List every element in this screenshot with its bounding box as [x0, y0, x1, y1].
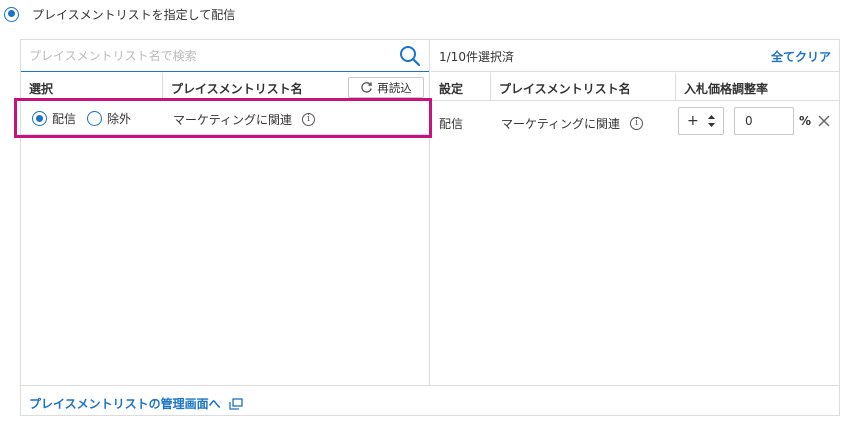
external-window-icon — [229, 397, 243, 410]
bid-sign-value: + — [687, 113, 699, 129]
search-input[interactable] — [29, 45, 389, 67]
selected-summary-bar: 1/10件選択済 全てクリア — [431, 40, 839, 72]
manage-lists-link[interactable]: プレイスメントリストの管理画面へ — [29, 395, 243, 412]
selected-lists-pane: 1/10件選択済 全てクリア 設定 プレイスメントリスト名 入札価格調整率 配信… — [431, 40, 839, 385]
reload-button[interactable]: 再読込 — [348, 77, 424, 98]
column-header-select: 選択 — [29, 82, 54, 96]
delivery-option-label: プレイスメントリストを指定して配信 — [32, 7, 236, 22]
radio-deliver-icon[interactable] — [32, 111, 47, 126]
list-name-cell: マーケティングに関連 i — [173, 111, 316, 128]
column-divider — [490, 73, 491, 100]
clear-all-link[interactable]: 全てクリア — [771, 48, 831, 65]
available-lists-pane: 選択 プレイスメントリスト名 再読込 配信 除外 マーケティングに関連 — [21, 40, 430, 385]
info-icon[interactable]: i — [302, 113, 316, 126]
placement-list-panel: 選択 プレイスメントリスト名 再読込 配信 除外 マーケティングに関連 — [20, 39, 840, 416]
reload-icon — [361, 82, 373, 93]
selection-count: 1/10件選択済 — [439, 50, 514, 64]
table-row: 配信 除外 マーケティングに関連 i — [21, 101, 429, 135]
percent-unit: % — [799, 114, 812, 128]
radio-exclude-icon[interactable] — [87, 111, 102, 126]
column-header-list-name: プレイスメントリスト名 — [499, 82, 631, 96]
search-icon[interactable] — [399, 45, 421, 67]
bid-adjustment-input[interactable] — [734, 107, 794, 135]
search-bar — [21, 40, 429, 72]
list-name: マーケティングに関連 — [501, 117, 621, 131]
manage-lists-label: プレイスメントリストの管理画面へ — [29, 397, 221, 411]
option-deliver[interactable]: 配信 — [32, 110, 76, 127]
option-deliver-label: 配信 — [52, 112, 77, 126]
column-header-setting: 設定 — [439, 82, 464, 96]
sort-arrows-icon — [708, 115, 715, 127]
radio-placement-list-icon[interactable] — [4, 6, 19, 22]
delivery-option-placement-list[interactable]: プレイスメントリストを指定して配信 — [4, 4, 235, 24]
column-divider — [675, 73, 676, 100]
panel-footer: プレイスメントリストの管理画面へ — [21, 385, 839, 415]
option-exclude[interactable]: 除外 — [87, 110, 131, 127]
left-table-header: 選択 プレイスメントリスト名 再読込 — [21, 73, 429, 101]
reload-label: 再読込 — [377, 80, 412, 95]
column-header-list-name: プレイスメントリスト名 — [171, 82, 303, 96]
setting-cell: 配信 — [439, 117, 464, 131]
list-name: マーケティングに関連 — [173, 113, 293, 127]
list-name-cell: マーケティングに関連 i — [501, 115, 644, 132]
option-exclude-label: 除外 — [107, 112, 132, 126]
bid-sign-select[interactable]: + — [678, 107, 724, 135]
column-divider — [162, 73, 163, 100]
close-icon[interactable] — [817, 114, 831, 128]
info-icon[interactable]: i — [630, 117, 644, 130]
right-table-header: 設定 プレイスメントリスト名 入札価格調整率 — [431, 73, 839, 101]
column-header-bid-adjustment: 入札価格調整率 — [684, 82, 769, 96]
table-row: 配信 マーケティングに関連 i + % — [431, 101, 839, 141]
